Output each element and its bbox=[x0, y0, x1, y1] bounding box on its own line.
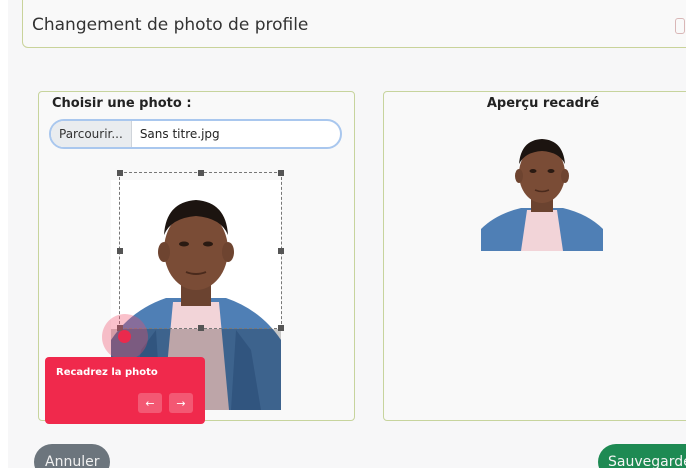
tour-beacon[interactable] bbox=[118, 330, 131, 343]
cropped-preview-photo bbox=[481, 134, 603, 251]
save-button[interactable]: Sauvegarder bbox=[598, 444, 686, 468]
crop-handle-bottom-right[interactable] bbox=[278, 325, 284, 331]
arrow-right-icon: → bbox=[176, 396, 186, 410]
modal-header: Changement de photo de profile bbox=[22, 0, 686, 48]
tour-next-button[interactable]: → bbox=[169, 393, 193, 413]
tour-prev-button[interactable]: ← bbox=[138, 393, 162, 413]
close-icon[interactable] bbox=[675, 18, 685, 34]
browse-button[interactable]: Parcourir... bbox=[51, 121, 132, 147]
tour-text: Recadrez la photo bbox=[56, 367, 158, 378]
modal-title: Changement de photo de profile bbox=[32, 15, 309, 35]
crop-preview-card: Aperçu recadré bbox=[383, 91, 686, 421]
arrow-left-icon: ← bbox=[145, 396, 155, 410]
crop-handle-top[interactable] bbox=[198, 170, 204, 176]
crop-handle-top-right[interactable] bbox=[278, 170, 284, 176]
file-name: Sans titre.jpg bbox=[139, 127, 220, 141]
crop-handle-bottom[interactable] bbox=[198, 325, 204, 331]
choose-photo-label: Choisir une photo : bbox=[52, 96, 192, 111]
file-input[interactable]: Parcourir... Sans titre.jpg bbox=[49, 119, 342, 149]
crop-handle-left[interactable] bbox=[117, 248, 123, 254]
preview-label: Aperçu recadré bbox=[486, 96, 600, 111]
crop-selection[interactable] bbox=[117, 170, 284, 331]
crop-handle-top-left[interactable] bbox=[117, 170, 123, 176]
tour-popup: Recadrez la photo ← → bbox=[45, 357, 205, 424]
cancel-button[interactable]: Annuler bbox=[34, 444, 110, 468]
crop-handle-right[interactable] bbox=[278, 248, 284, 254]
